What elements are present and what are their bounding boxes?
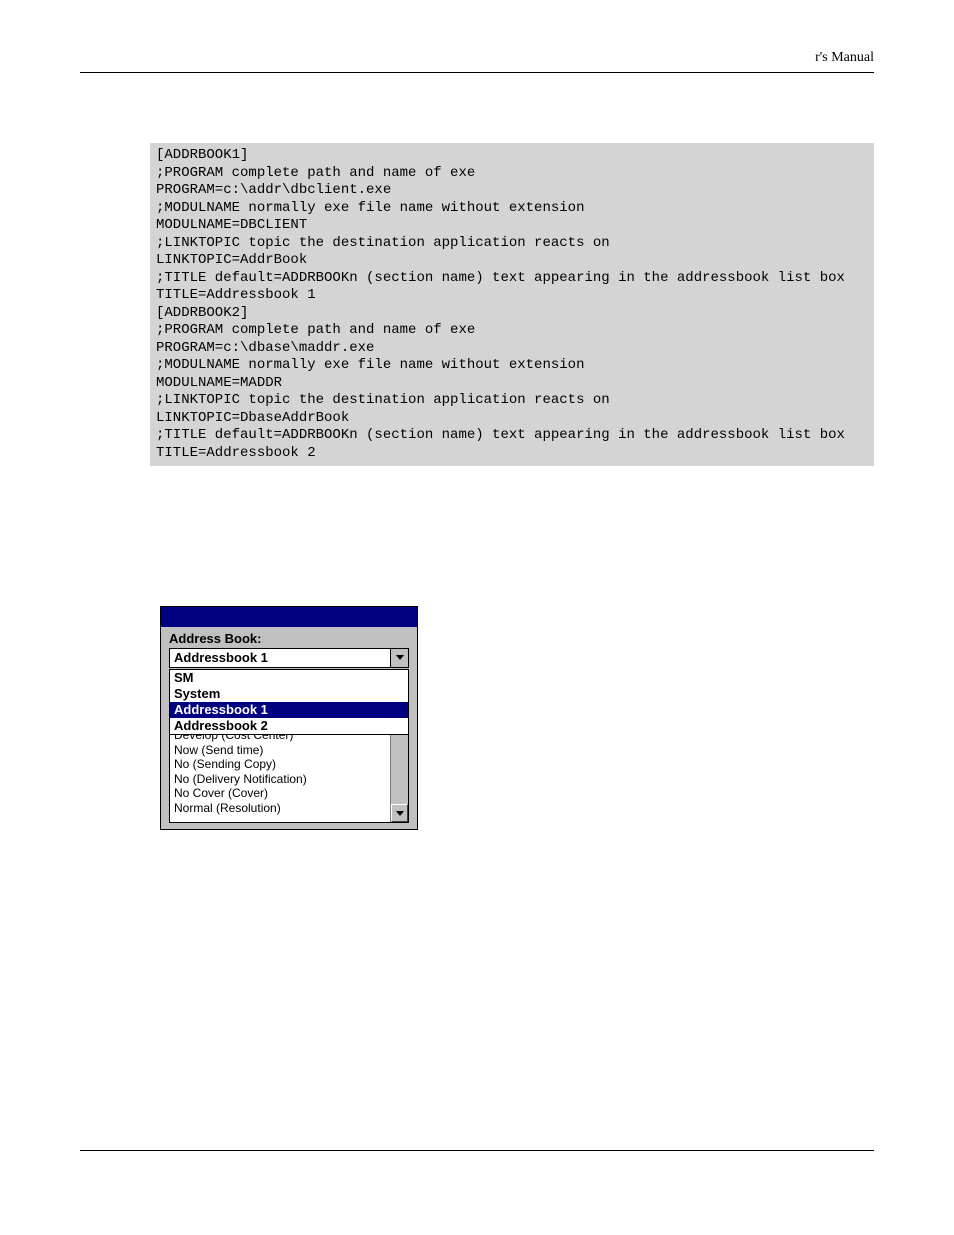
scroll-down-button[interactable] [391, 804, 408, 822]
code-line: PROGRAM=c:\dbase\maddr.exe [156, 340, 374, 356]
code-line: ;PROGRAM complete path and name of exe [156, 322, 475, 338]
code-line: LINKTOPIC=DbaseAddrBook [156, 410, 349, 426]
code-line: ;LINKTOPIC topic the destination applica… [156, 392, 610, 408]
address-book-dropdown-list[interactable]: SM System Addressbook 1 Addressbook 2 [169, 669, 409, 735]
code-line: ;MODULNAME normally exe file name withou… [156, 200, 584, 216]
address-book-dialog: Address Book: Addressbook 1 SM System Ad… [160, 606, 418, 830]
code-line: ;MODULNAME normally exe file name withou… [156, 357, 584, 373]
code-line: ;TITLE default=ADDRBOOKn (section name) … [156, 270, 845, 286]
listbox-content: Develop (Cost Center) Now (Send time) No… [170, 735, 390, 822]
list-item[interactable]: No Cover (Cover) [174, 786, 386, 801]
code-line: TITLE=Addressbook 1 [156, 287, 316, 303]
code-line: ;PROGRAM complete path and name of exe [156, 165, 475, 181]
config-code-block: [ADDRBOOK1] ;PROGRAM complete path and n… [150, 143, 874, 466]
code-line: TITLE=Addressbook 2 [156, 445, 316, 461]
page-header: r's Manual [80, 50, 874, 73]
code-line: MODULNAME=DBCLIENT [156, 217, 307, 233]
code-line: [ADDRBOOK1] [156, 147, 248, 163]
code-line: LINKTOPIC=AddrBook [156, 252, 307, 268]
list-item[interactable]: No (Delivery Notification) [174, 772, 386, 787]
dropdown-item-addressbook2[interactable]: Addressbook 2 [170, 718, 408, 734]
list-item[interactable]: Develop (Cost Center) [174, 735, 386, 743]
code-line: MODULNAME=MADDR [156, 375, 282, 391]
dropdown-item-system[interactable]: System [170, 686, 408, 702]
code-line: [ADDRBOOK2] [156, 305, 248, 321]
list-item[interactable]: Normal (Resolution) [174, 801, 386, 816]
list-item[interactable]: No (Sending Copy) [174, 757, 386, 772]
settings-listbox[interactable]: Develop (Cost Center) Now (Send time) No… [169, 735, 409, 823]
listbox-scrollbar[interactable] [390, 735, 408, 822]
chevron-down-icon [396, 804, 404, 822]
code-line: ;TITLE default=ADDRBOOKn (section name) … [156, 427, 845, 443]
footer-rule [80, 1150, 874, 1151]
code-line: ;LINKTOPIC topic the destination applica… [156, 235, 610, 251]
chevron-down-icon [396, 655, 404, 661]
dropdown-item-addressbook1[interactable]: Addressbook 1 [170, 702, 408, 718]
combo-selected-text: Addressbook 1 [170, 649, 390, 667]
address-book-label: Address Book: [169, 631, 409, 646]
dropdown-item-sm[interactable]: SM [170, 670, 408, 686]
combo-dropdown-button[interactable] [390, 649, 408, 667]
address-book-combo[interactable]: Addressbook 1 [169, 648, 409, 668]
code-line: PROGRAM=c:\addr\dbclient.exe [156, 182, 391, 198]
list-item[interactable]: Now (Send time) [174, 743, 386, 758]
dialog-titlebar[interactable] [161, 607, 417, 627]
header-title-fragment: r's Manual [815, 50, 874, 65]
